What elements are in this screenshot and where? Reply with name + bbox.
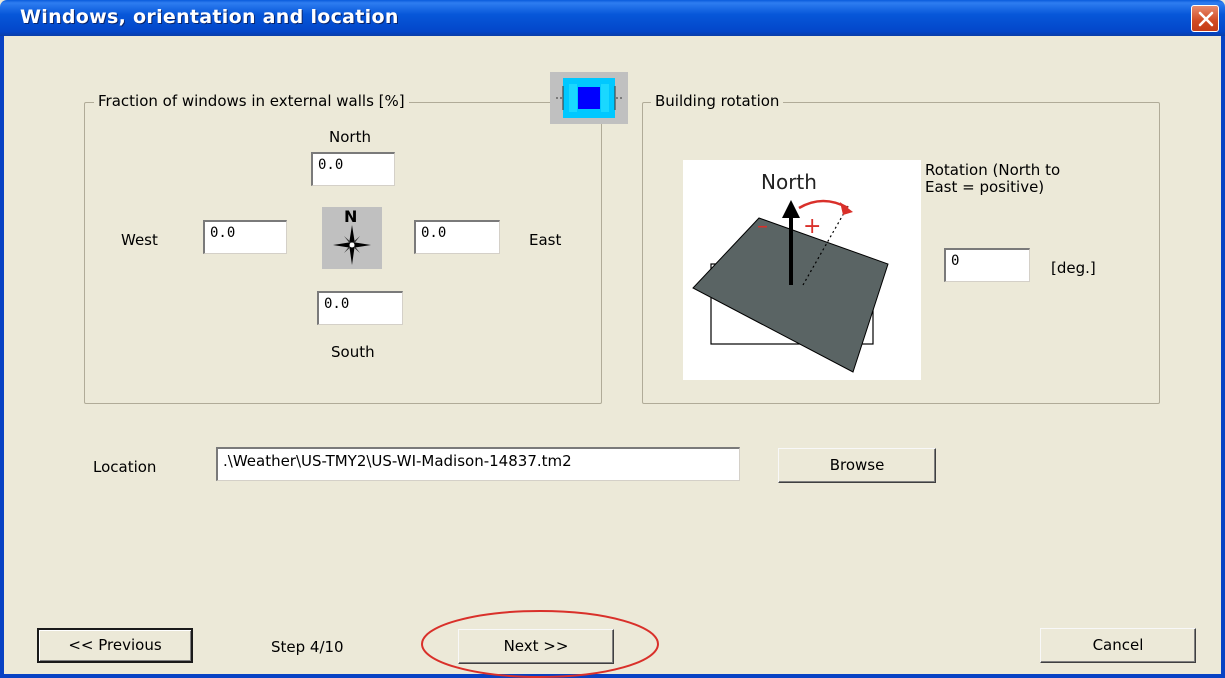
- windows-fraction-legend: Fraction of windows in external walls [%…: [94, 92, 409, 110]
- next-highlight-ellipse: [421, 610, 659, 678]
- west-window-input[interactable]: 0.0: [203, 220, 287, 254]
- step-indicator: Step 4/10: [271, 638, 344, 656]
- location-label: Location: [93, 458, 157, 476]
- location-input[interactable]: .\Weather\US-TMY2\US-WI-Madison-14837.tm…: [216, 447, 740, 481]
- window-icon: [556, 78, 622, 118]
- window-icon-button[interactable]: [550, 72, 628, 124]
- browse-button[interactable]: Browse: [778, 448, 936, 483]
- rotation-label-line2: East = positive): [925, 178, 1045, 196]
- close-icon: [1198, 11, 1214, 27]
- rotation-arc-head: [840, 202, 853, 215]
- east-window-input[interactable]: 0.0: [414, 220, 500, 254]
- title-bar: Windows, orientation and location: [0, 0, 1225, 36]
- south-window-input[interactable]: 0.0: [317, 291, 403, 325]
- rotation-unit-label: [deg.]: [1051, 259, 1096, 277]
- south-label: South: [331, 343, 375, 361]
- window-title: Windows, orientation and location: [20, 6, 399, 28]
- minus-sign: –: [757, 214, 768, 239]
- rotation-diagram: North – +: [683, 160, 921, 380]
- rotation-input[interactable]: 0: [944, 248, 1030, 282]
- north-window-input[interactable]: 0.0: [311, 152, 395, 186]
- diagram-north-label: North: [761, 170, 817, 194]
- previous-button[interactable]: << Previous: [37, 628, 193, 663]
- close-button[interactable]: [1191, 5, 1219, 32]
- window-frame-left: [0, 36, 4, 678]
- compass-icon: N: [322, 207, 382, 269]
- window-frame-right: [1221, 36, 1225, 678]
- north-arrow-head: [782, 200, 800, 218]
- rotation-label-line1: Rotation (North to: [925, 161, 1061, 179]
- plus-sign: +: [803, 214, 822, 239]
- compass-star-icon: [333, 225, 371, 265]
- north-label: North: [329, 128, 371, 146]
- east-label: East: [529, 231, 562, 249]
- west-label: West: [121, 231, 158, 249]
- building-rotation-legend: Building rotation: [651, 92, 784, 110]
- cancel-button[interactable]: Cancel: [1040, 628, 1196, 663]
